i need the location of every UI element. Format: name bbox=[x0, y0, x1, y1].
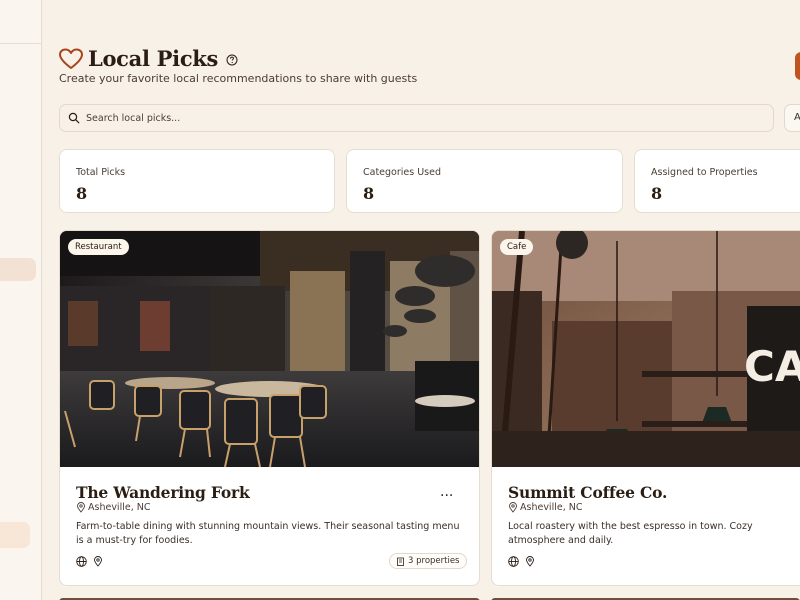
stat-label: Assigned to Properties bbox=[651, 167, 758, 178]
stat-value: 8 bbox=[363, 184, 375, 203]
svg-text:CA: CA bbox=[744, 342, 800, 391]
stat-label: Total Picks bbox=[76, 167, 126, 178]
globe-icon[interactable] bbox=[76, 556, 87, 567]
sidebar-item-active[interactable] bbox=[0, 258, 36, 281]
globe-icon[interactable] bbox=[508, 556, 519, 567]
card-title: Summit Coffee Co. bbox=[508, 483, 668, 502]
local-pick-card[interactable]: Restaurant The Wandering Fork ... Ashevi… bbox=[59, 230, 480, 586]
stat-value: 8 bbox=[76, 184, 88, 203]
location-text: Asheville, NC bbox=[88, 502, 151, 513]
card-image: CA Cafe bbox=[492, 231, 800, 467]
more-options-button[interactable]: ... bbox=[440, 485, 453, 499]
pin-icon bbox=[77, 502, 85, 513]
search-input[interactable] bbox=[86, 112, 686, 124]
stat-label: Categories Used bbox=[363, 167, 442, 178]
properties-badge[interactable]: 3 properties bbox=[389, 553, 467, 569]
stat-value: 8 bbox=[651, 184, 663, 203]
card-image: Restaurant bbox=[60, 231, 479, 467]
local-pick-card[interactable]: CA Cafe Summit Coffee Co. Asheville, NC … bbox=[491, 230, 800, 586]
card-link-icons bbox=[508, 556, 541, 567]
card-location: Asheville, NC bbox=[76, 502, 150, 513]
filter-select[interactable]: A bbox=[784, 104, 800, 132]
map-pin-icon[interactable] bbox=[93, 556, 103, 567]
add-pick-button[interactable] bbox=[795, 52, 800, 80]
page-subtitle: Create your favorite local recommendatio… bbox=[59, 72, 418, 85]
location-text: Asheville, NC bbox=[520, 502, 583, 513]
heart-icon bbox=[59, 48, 83, 69]
search-icon bbox=[68, 112, 80, 124]
card-title: The Wandering Fork bbox=[76, 483, 250, 502]
building-icon bbox=[397, 557, 404, 566]
category-badge: Cafe bbox=[500, 239, 534, 255]
main-content: Local Picks Create your favorite local r… bbox=[43, 0, 800, 600]
page-header: Local Picks bbox=[59, 46, 238, 71]
sidebar-item-highlight[interactable] bbox=[0, 522, 30, 548]
sidebar bbox=[0, 0, 42, 600]
pin-icon bbox=[509, 502, 517, 513]
card-link-icons bbox=[76, 556, 109, 567]
card-location: Asheville, NC bbox=[508, 502, 582, 513]
restaurant-photo bbox=[60, 231, 479, 467]
stat-card-total-picks: Total Picks 8 bbox=[59, 149, 335, 213]
map-pin-icon[interactable] bbox=[525, 556, 535, 567]
properties-count: 3 properties bbox=[408, 556, 460, 566]
stat-card-assigned-to-properties: Assigned to Properties 8 bbox=[634, 149, 800, 213]
category-badge: Restaurant bbox=[68, 239, 129, 255]
card-description: Local roastery with the best espresso in… bbox=[508, 521, 753, 546]
card-description: Farm-to-table dining with stunning mount… bbox=[76, 521, 460, 546]
page-title: Local Picks bbox=[88, 46, 219, 71]
sidebar-divider bbox=[0, 43, 42, 44]
stat-card-categories-used: Categories Used 8 bbox=[346, 149, 623, 213]
help-icon[interactable] bbox=[226, 54, 238, 66]
cafe-photo: CA bbox=[492, 231, 800, 467]
search-bar[interactable] bbox=[59, 104, 774, 132]
